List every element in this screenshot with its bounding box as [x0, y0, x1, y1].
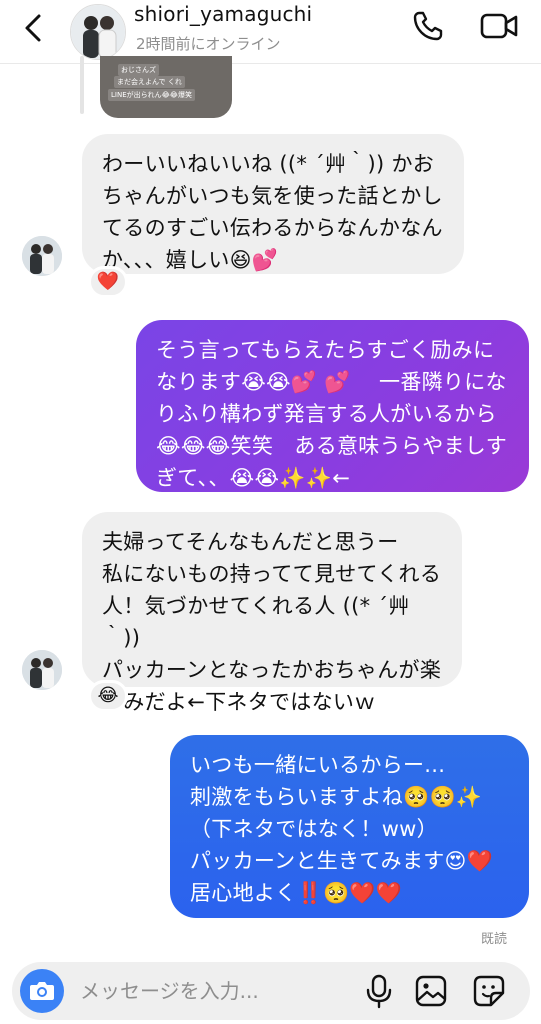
camera-icon	[30, 982, 54, 1000]
avatar-photo-icon	[22, 650, 62, 690]
online-status: 2時間前にオンライン	[136, 35, 281, 53]
message-reaction[interactable]: 😂	[88, 680, 128, 712]
avatar-photo-icon	[71, 5, 125, 59]
message-bubble-outgoing[interactable]: そう言ってもらえたらすごく励みになります😭😭💕 💕 一番隣りになりふり構わず発言…	[136, 320, 529, 492]
video-icon[interactable]	[478, 8, 522, 44]
seen-indicator: 既読	[481, 932, 508, 947]
sticker-icon[interactable]	[472, 974, 506, 1008]
phone-icon[interactable]	[410, 8, 446, 44]
reply-quote-bar	[80, 56, 84, 114]
image-caption-1: おじさんズ	[118, 64, 159, 76]
sender-avatar[interactable]	[22, 236, 62, 276]
chat-header: shiori_yamaguchi 2時間前にオンライン	[0, 0, 541, 64]
back-icon[interactable]	[16, 10, 52, 46]
sender-avatar[interactable]	[22, 650, 62, 690]
message-bubble-incoming[interactable]: 夫婦ってそんなもんだと思うー 私にないもの持ってて見せてくれる人！気づかせてくれ…	[82, 512, 462, 714]
message-bubble-outgoing[interactable]: いつも一緒にいるからー... 刺激をもらいますよね🥺🥺✨ （下ネタではなく！ww…	[170, 735, 529, 918]
profile-avatar[interactable]	[70, 4, 126, 60]
image-caption-2: まだ会えよんで くれ	[114, 76, 185, 88]
gallery-icon[interactable]	[414, 974, 448, 1008]
image-caption-3: LINEが出られん😂😂爆笑	[108, 89, 195, 101]
message-reaction[interactable]: ❤️	[88, 266, 128, 298]
shared-image[interactable]: おじさんズ まだ会えよんで くれ LINEが出られん😂😂爆笑	[100, 56, 232, 118]
avatar-photo-icon	[22, 236, 62, 276]
camera-button[interactable]	[20, 969, 64, 1013]
message-composer	[12, 962, 530, 1020]
message-input[interactable]	[80, 974, 350, 1008]
message-bubble-incoming[interactable]: わーいいねいいね ((* ´艸｀)) かおちゃんがいつも気を使った話とかしてるの…	[82, 134, 464, 274]
microphone-icon[interactable]	[362, 973, 396, 1009]
chat-username[interactable]: shiori_yamaguchi	[134, 2, 312, 26]
